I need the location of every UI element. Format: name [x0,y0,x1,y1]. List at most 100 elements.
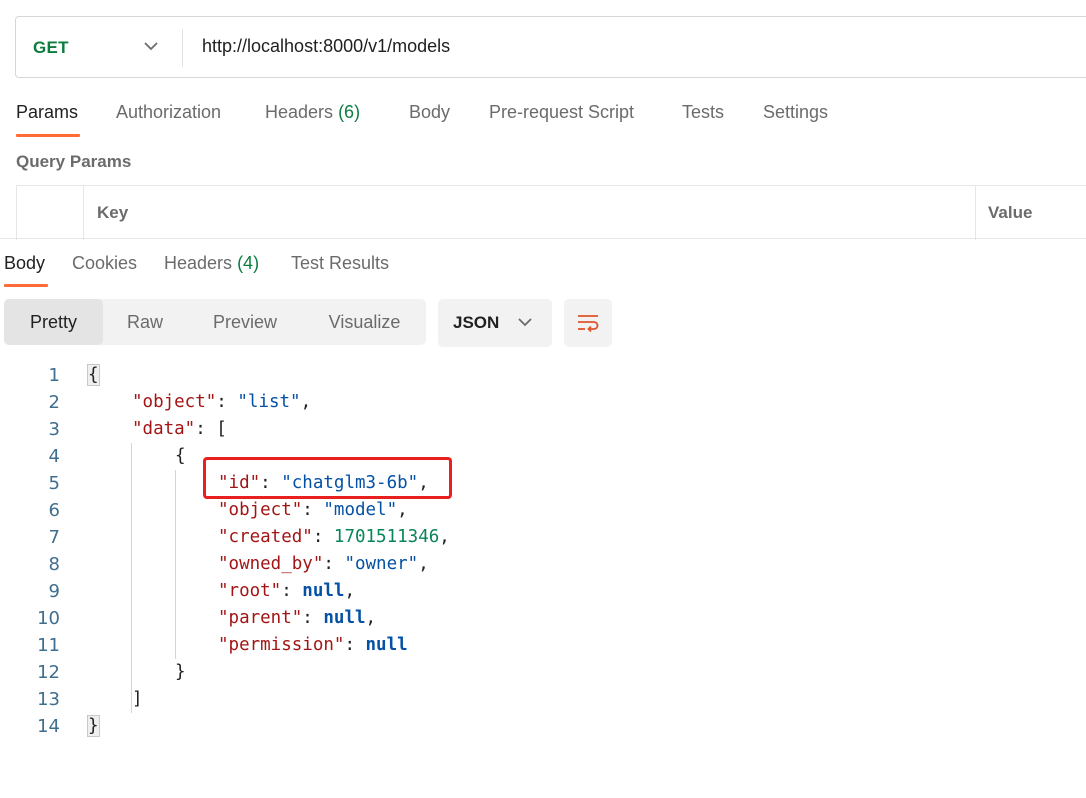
code-text: } [175,659,186,686]
preview-button[interactable]: Preview [187,299,303,345]
code-text: "permission": null [218,632,408,659]
code-line: 8 "owned_by": "owner", [0,551,1086,578]
chevron-down-icon [518,318,532,327]
code-token: "data" [132,419,196,439]
code-token: , [344,581,355,601]
line-number: 6 [48,500,60,521]
code-token: "root" [218,581,282,601]
method-select[interactable]: GET [33,38,69,58]
value-column-header: Value [988,203,1033,222]
tab-label: Test Results [291,253,390,273]
query-params-title: Query Params [16,152,132,171]
tab-label: Tests [682,102,725,122]
view-mode-switcher: Pretty Raw Preview Visualize [4,299,426,345]
tab-label: Settings [763,102,829,122]
query-params-table: Key Value [16,185,1086,240]
code-text: "created": 1701511346, [218,524,450,551]
code-line: 14} [0,713,1086,740]
line-number: 1 [48,365,60,386]
line-number: 3 [48,419,60,440]
tab-test-results[interactable]: Test Results [291,253,389,274]
line-number: 11 [37,635,60,656]
pretty-button[interactable]: Pretty [4,299,103,345]
tab-tests[interactable]: Tests [682,102,724,123]
code-token: : [281,581,303,601]
code-token: : [323,554,345,574]
code-token: { [87,364,100,386]
code-line: 5 "id": "chatglm3-6b", [0,470,1086,497]
code-token: , [418,554,429,574]
column-divider [975,186,976,240]
line-number: 12 [37,662,60,683]
code-token: "parent" [218,608,303,628]
tab-label: Body [409,102,451,122]
code-token: 1701511346 [333,527,440,547]
line-number: 8 [48,554,60,575]
line-number: 10 [37,608,60,629]
code-token: null [323,608,366,628]
tab-params[interactable]: Params [16,102,78,123]
wrap-lines-icon [578,315,599,333]
tab-response-body[interactable]: Body [4,253,45,274]
code-token: : [216,392,238,412]
code-text: "root": null, [218,578,355,605]
code-text: "data": [ [132,416,227,443]
tab-authorization[interactable]: Authorization [116,102,221,123]
code-text: ] [132,686,143,713]
line-number: 13 [37,689,60,710]
code-text: "parent": null, [218,605,376,632]
code-line: 2 "object": "list", [0,389,1086,416]
code-token: : [312,527,334,547]
code-token: , [397,500,408,520]
code-token: : [ [195,419,227,439]
tab-label: Headers [265,102,334,122]
code-token: : [302,608,324,628]
visualize-button[interactable]: Visualize [303,299,426,345]
code-token: : [302,500,324,520]
response-pane-divider[interactable] [0,238,1086,239]
code-line: 11 "permission": null [0,632,1086,659]
code-token: : [344,635,366,655]
code-token: "permission" [218,635,345,655]
code-line: 6 "object": "model", [0,497,1086,524]
code-line: 3 "data": [ [0,416,1086,443]
highlight-annotation [203,457,452,499]
code-line: 10 "parent": null, [0,605,1086,632]
code-token: , [300,392,312,412]
tab-label: Headers [164,253,233,273]
tab-label: Pre-request Script [489,102,635,122]
line-number: 2 [48,392,60,413]
line-number: 5 [48,473,60,494]
code-text: "object": "list", [132,389,311,416]
code-text: "owned_by": "owner", [218,551,429,578]
tab-cookies[interactable]: Cookies [72,253,137,274]
code-text: { [175,443,186,470]
code-token: "list" [237,392,301,412]
url-bar: GET http://localhost:8000/v1/models [15,16,1086,78]
code-text: "object": "model", [218,497,408,524]
tab-label: Params [16,102,79,122]
tab-label: Body [4,253,46,273]
tab-body[interactable]: Body [409,102,450,123]
chevron-down-icon[interactable] [140,35,162,57]
code-line: 13] [0,686,1086,713]
tab-headers[interactable]: Headers (6) [265,102,360,123]
tab-response-headers[interactable]: Headers (4) [164,253,259,274]
code-text: } [87,713,100,740]
tab-pre-request-script[interactable]: Pre-request Script [489,102,634,123]
code-token: ] [132,689,143,709]
row-checkbox-column [16,186,84,240]
tab-label: Cookies [72,253,138,273]
format-label: JSON [453,313,500,332]
url-input[interactable]: http://localhost:8000/v1/models [202,36,450,57]
tab-settings[interactable]: Settings [763,102,828,123]
code-token: "model" [323,500,398,520]
raw-button[interactable]: Raw [103,299,187,345]
code-token: null [302,581,345,601]
code-line: 9 "root": null, [0,578,1086,605]
format-select[interactable]: JSON [438,299,552,347]
code-token: "owned_by" [218,554,324,574]
active-tab-indicator [4,284,48,287]
response-body-viewer[interactable]: 1{2 "object": "list", 3 "data": [4{5 "id": "… [0,362,1086,742]
wrap-lines-button[interactable] [564,299,612,347]
